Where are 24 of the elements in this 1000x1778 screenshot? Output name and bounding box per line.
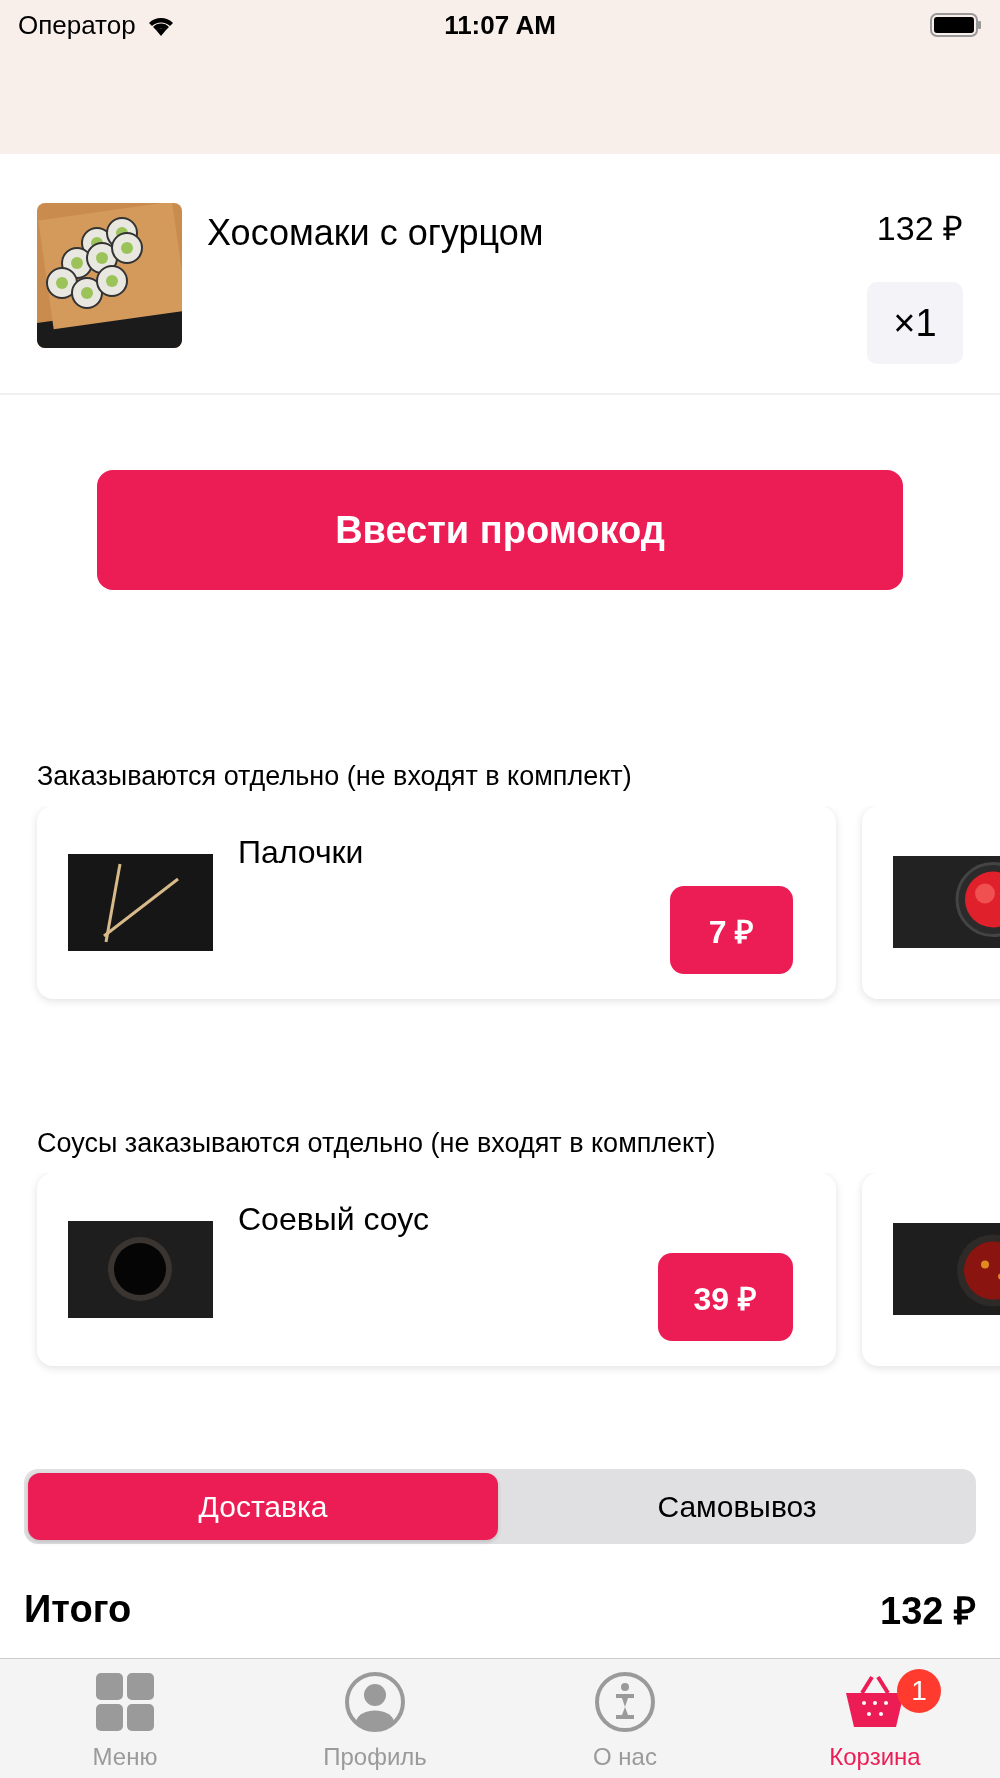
tab-bar-item[interactable]: Профиль: [250, 1659, 500, 1778]
product-price: 132 ₽: [876, 208, 963, 249]
tab-bar-item[interactable]: О нас: [500, 1659, 750, 1778]
status-time: 11:07 AM: [444, 9, 556, 41]
product-name: Хосомаки с огурцом: [207, 212, 545, 254]
segment-option[interactable]: Доставка: [28, 1473, 498, 1540]
product-card[interactable]: Палочки 7 ₽: [37, 806, 836, 999]
count-badge: 1: [897, 1669, 941, 1713]
battery-icon: [930, 13, 982, 37]
product-card[interactable]: Соевый соус 39 ₽: [37, 1173, 836, 1366]
add-price-button[interactable]: 39 ₽: [657, 1253, 793, 1341]
product-name: Соевый соус: [238, 1201, 429, 1239]
quantity-button[interactable]: ×1: [867, 282, 963, 364]
section-title: Заказываются отдельно (не входят в комплект): [37, 760, 633, 793]
total-label: Итого: [24, 1587, 132, 1631]
promo-code-button[interactable]: Ввести промокод: [97, 470, 903, 590]
segment-option[interactable]: Самовывоз: [502, 1473, 972, 1540]
add-price-button[interactable]: 7 ₽: [670, 886, 793, 974]
product-name: Палочки: [238, 834, 364, 872]
total-amount: 132 ₽: [880, 1589, 976, 1634]
carrier-name: Оператор: [18, 9, 136, 41]
tab-bar-item[interactable]: Корзина 1: [750, 1659, 1000, 1778]
tab-bar-item[interactable]: Меню: [0, 1659, 250, 1778]
section-title: Соусы заказываются отдельно (не входят в комплект): [37, 1127, 717, 1160]
